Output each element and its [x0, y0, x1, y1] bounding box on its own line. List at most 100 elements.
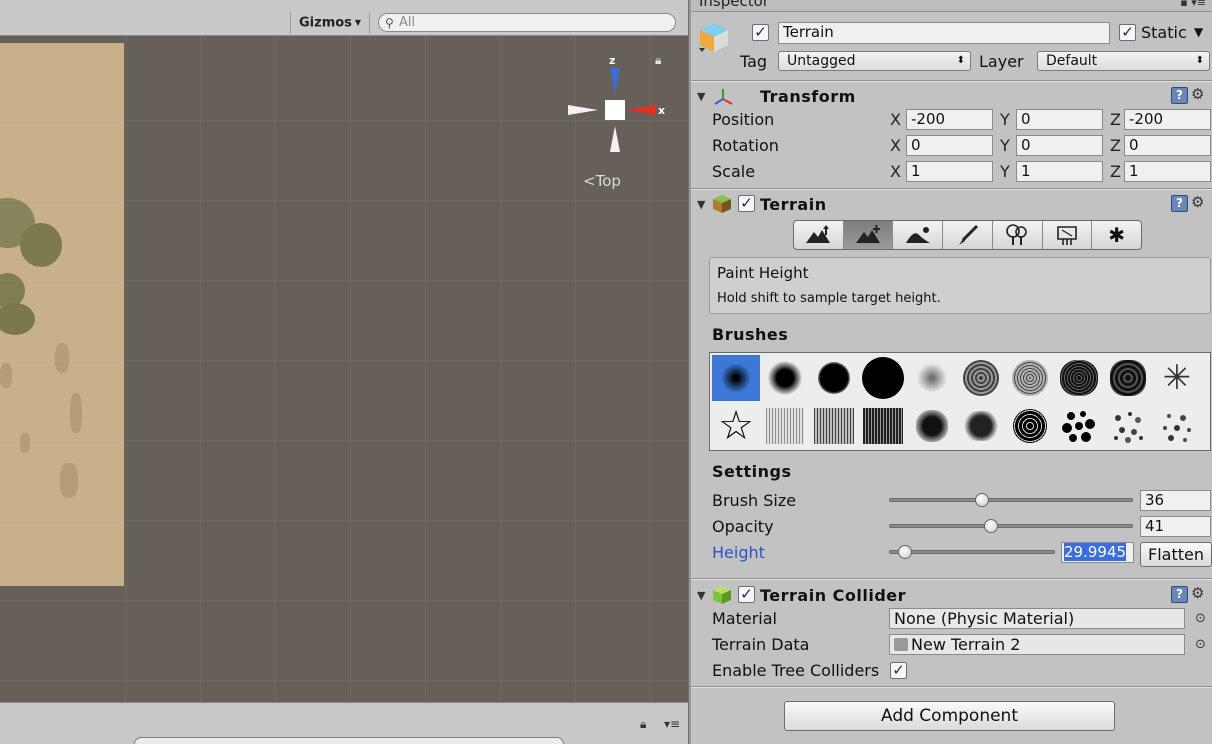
brush-star[interactable]: ☆ — [712, 403, 760, 449]
terrain-preview[interactable] — [0, 43, 124, 586]
active-checkbox[interactable]: ✓ — [752, 24, 769, 41]
rotation-z-field[interactable]: 0 — [1124, 135, 1211, 156]
brush-noise-1[interactable] — [908, 355, 956, 401]
project-search-input[interactable] — [134, 737, 564, 744]
tag-dropdown[interactable]: Untagged ⬍ — [778, 51, 971, 71]
x-axis-label[interactable]: X — [890, 110, 901, 129]
gizmos-dropdown[interactable]: Gizmos ▼ — [290, 12, 371, 34]
object-picker-icon[interactable]: ⊙ — [1195, 611, 1206, 626]
scale-y-field[interactable]: 1 — [1016, 161, 1103, 182]
slider-thumb[interactable] — [975, 493, 990, 507]
height-slider[interactable] — [889, 545, 1055, 559]
static-dropdown-icon[interactable]: ▼ — [1194, 25, 1203, 39]
brush-noise-4[interactable] — [1055, 355, 1103, 401]
object-picker-icon[interactable]: ⊙ — [1195, 637, 1206, 652]
brush-hard-large[interactable] — [859, 355, 907, 401]
scale-x-field[interactable]: 1 — [906, 161, 993, 182]
paint-texture-icon — [958, 224, 978, 245]
brush-scatter-2[interactable] — [1153, 403, 1201, 449]
tool-smooth-height[interactable] — [893, 221, 944, 249]
help-icon[interactable]: ? — [1171, 87, 1188, 104]
panel-menu-icon[interactable]: ▾≡ — [664, 717, 680, 731]
neg-z-axis-cone[interactable] — [610, 126, 620, 152]
brush-streaks-2[interactable] — [810, 403, 858, 449]
terrain-data-field[interactable]: New Terrain 2 — [889, 634, 1185, 655]
height-label: Height — [712, 543, 765, 562]
gear-icon[interactable]: ⚙ — [1191, 85, 1204, 103]
y-axis-label[interactable]: Y — [1000, 162, 1010, 181]
add-component-button[interactable]: Add Component — [784, 701, 1115, 731]
brush-soft-small[interactable] — [712, 355, 760, 401]
terrain-foldout-arrow-icon[interactable]: ▼ — [697, 198, 705, 211]
tool-paint-details[interactable] — [1043, 221, 1093, 249]
gear-icon[interactable]: ⚙ — [1191, 193, 1204, 211]
position-z-field[interactable]: -200 — [1124, 109, 1211, 130]
brush-star-burst[interactable]: ✳ — [1153, 355, 1201, 401]
z-axis-label[interactable]: Z — [1110, 162, 1121, 181]
search-placeholder: All — [399, 15, 416, 30]
slider-thumb[interactable] — [984, 519, 999, 533]
flatten-button[interactable]: Flatten — [1140, 542, 1212, 567]
position-x-field[interactable]: -200 — [906, 109, 993, 130]
z-axis-label[interactable]: Z — [1110, 110, 1121, 129]
terrain-enabled-checkbox[interactable]: ✓ — [738, 195, 755, 212]
collider-enabled-checkbox[interactable]: ✓ — [738, 586, 755, 603]
object-name-field[interactable]: Terrain — [778, 22, 1110, 44]
brush-scatter-1[interactable] — [1104, 403, 1152, 449]
tool-terrain-settings[interactable]: ✱ — [1092, 221, 1141, 249]
brush-soft-medium[interactable] — [761, 355, 809, 401]
view-orientation-gizmo[interactable]: z x — [560, 50, 680, 170]
gear-icon[interactable]: ⚙ — [1191, 584, 1204, 602]
x-axis-cone[interactable] — [626, 105, 656, 115]
transform-foldout-arrow-icon[interactable]: ▼ — [697, 90, 705, 103]
brush-size-field[interactable]: 36 — [1140, 490, 1211, 511]
lock-icon[interactable]: 🔒︎ — [640, 717, 646, 732]
tool-place-trees[interactable] — [993, 221, 1043, 249]
tool-paint-height[interactable] — [843, 221, 894, 249]
tree-colliders-checkbox[interactable]: ✓ — [890, 662, 907, 679]
paint-height-icon — [856, 225, 881, 243]
help-icon[interactable]: ? — [1171, 195, 1188, 212]
brush-dots[interactable] — [1055, 403, 1103, 449]
opacity-field[interactable]: 41 — [1140, 516, 1211, 537]
brush-cloud[interactable] — [1104, 355, 1152, 401]
collider-foldout-arrow-icon[interactable]: ▼ — [697, 589, 705, 602]
x-axis-label[interactable]: X — [890, 136, 901, 155]
brush-size-slider[interactable] — [889, 493, 1133, 507]
layer-dropdown[interactable]: Default ⬍ — [1037, 51, 1210, 71]
scene-view[interactable]: Gizmos ▼ ⚲ All 🔒︎ z x <Top 🔒︎ ▾≡ — [0, 0, 688, 744]
z-axis-label[interactable]: Z — [1110, 136, 1121, 155]
opacity-slider[interactable] — [889, 519, 1133, 533]
brush-splat-2[interactable] — [957, 403, 1005, 449]
scene-search-input[interactable]: ⚲ All — [378, 13, 676, 32]
static-checkbox[interactable]: ✓ — [1119, 24, 1136, 41]
center-cube[interactable] — [605, 100, 625, 120]
x-axis-label[interactable]: X — [890, 162, 901, 181]
tool-raise-lower[interactable] — [794, 221, 844, 249]
material-field[interactable]: None (Physic Material) — [889, 608, 1185, 629]
brush-noise-3[interactable] — [1006, 355, 1054, 401]
brush-noise-2[interactable] — [957, 355, 1005, 401]
height-field[interactable]: 29.9945 — [1061, 542, 1134, 563]
brush-splat-1[interactable] — [908, 403, 956, 449]
y-axis-label[interactable]: Y — [1000, 136, 1010, 155]
neg-x-axis-cone[interactable] — [568, 105, 598, 115]
y-axis-label[interactable]: Y — [1000, 110, 1010, 129]
tab-menu-icon[interactable]: ▪ ▾≡ — [1180, 0, 1206, 9]
position-y-field[interactable]: 0 — [1016, 109, 1103, 130]
rotation-x-field[interactable]: 0 — [906, 135, 993, 156]
settings-heading: Settings — [712, 462, 792, 481]
z-axis-cone-base — [610, 68, 620, 94]
view-label[interactable]: <Top — [583, 172, 621, 190]
inspector-tab[interactable]: Inspector ▪ ▾≡ — [691, 0, 1212, 12]
slider-thumb[interactable] — [897, 545, 912, 559]
tool-paint-texture[interactable] — [943, 221, 993, 249]
brush-streaks-3[interactable] — [859, 403, 907, 449]
rotation-y-field[interactable]: 0 — [1016, 135, 1103, 156]
help-icon[interactable]: ? — [1171, 586, 1188, 603]
search-icon: ⚲ — [385, 16, 394, 30]
brush-streaks-1[interactable] — [761, 403, 809, 449]
brush-spatter-1[interactable] — [1006, 403, 1054, 449]
scale-z-field[interactable]: 1 — [1124, 161, 1211, 182]
brush-hard-medium[interactable] — [810, 355, 858, 401]
